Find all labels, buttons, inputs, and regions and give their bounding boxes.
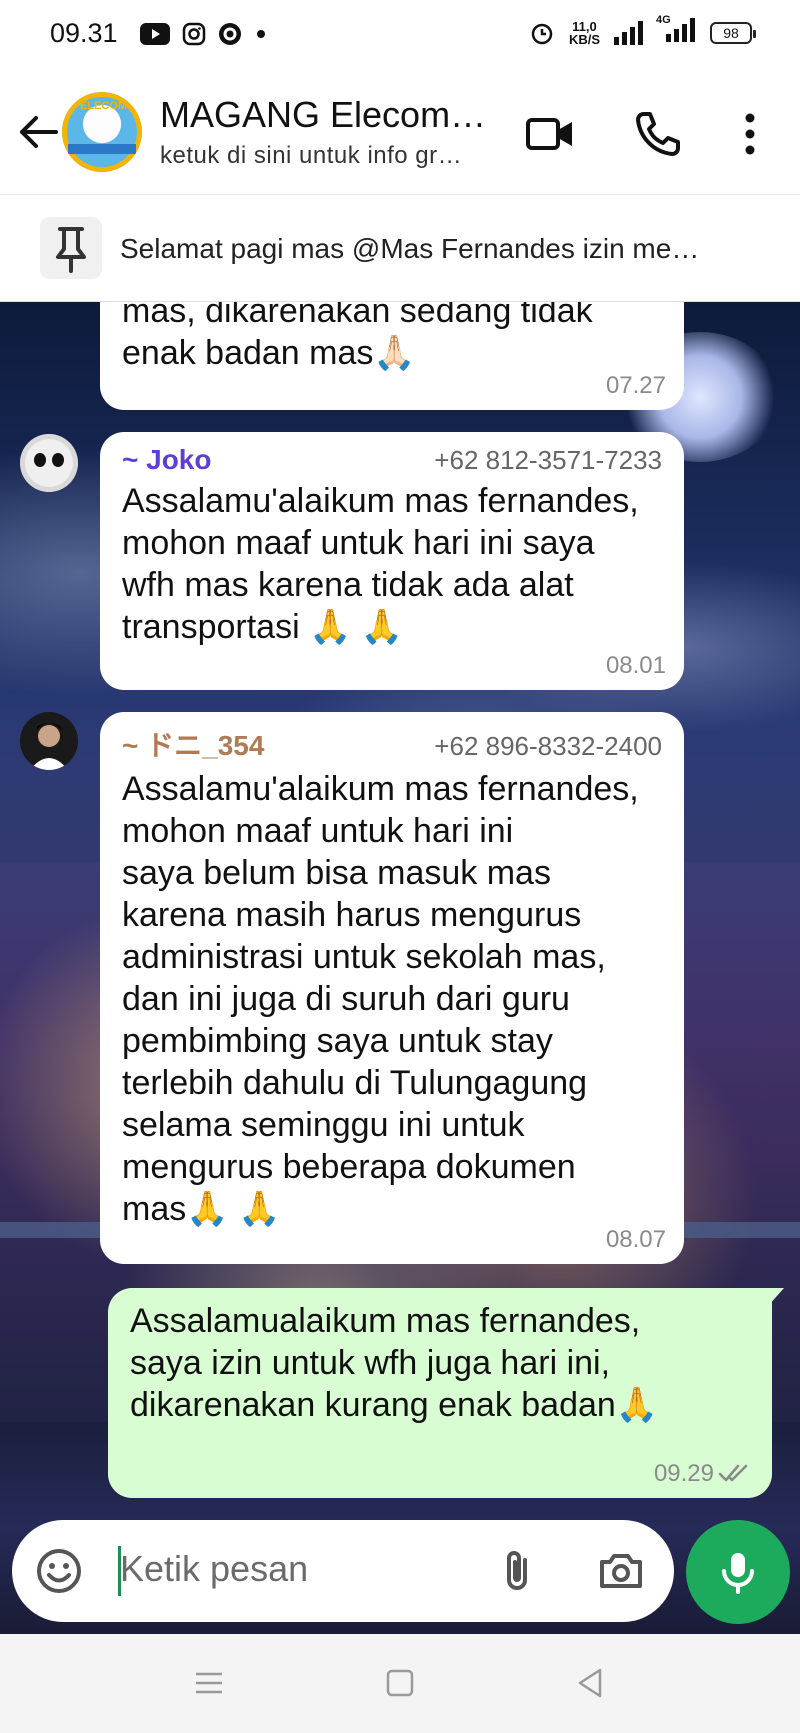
status-bar: 09.31 11,0 KB/S 4G 98 <box>0 0 800 72</box>
message-text: Assalamu'alaikum mas fernandes, mohon ma… <box>122 770 639 1228</box>
youtube-icon <box>140 23 170 45</box>
back-arrow-icon[interactable] <box>16 110 60 154</box>
group-subtitle[interactable]: ketuk di sini untuk info gr… <box>160 142 462 170</box>
pinned-message-text: Selamat pagi mas @Mas Fernandes izin me… <box>120 233 700 264</box>
message-input[interactable]: Ketik pesan <box>120 1548 308 1590</box>
message-composer[interactable]: Ketik pesan <box>12 1520 674 1622</box>
message-time: 09.29 <box>653 1460 714 1487</box>
signal-icon <box>614 20 643 45</box>
back-nav-icon[interactable] <box>574 1666 608 1700</box>
microphone-icon <box>722 1553 754 1594</box>
message-text: mas, dikarenakan sedang tidak enak badan… <box>122 302 593 372</box>
message-time: 07.27 <box>605 372 666 399</box>
group-avatar[interactable]: ELECOM <box>62 92 142 172</box>
message-time: 08.01 <box>605 652 666 679</box>
video-call-icon[interactable] <box>524 108 576 160</box>
group-title[interactable]: MAGANG Elecom… <box>160 94 486 136</box>
message-bubble[interactable]: ~ ドニ_354 +62 896-8332-2400 Assalamu'alai… <box>100 712 684 1264</box>
outgoing-message-bubble[interactable]: Assalamualaikum mas fernandes, saya izin… <box>108 1288 784 1498</box>
avatar[interactable] <box>20 434 78 492</box>
attach-icon[interactable] <box>492 1546 542 1596</box>
voice-call-icon[interactable] <box>632 108 684 160</box>
message-time: 08.07 <box>605 1226 666 1253</box>
signal-4g-icon: 4G <box>656 14 696 47</box>
message-text: Assalamu'alaikum mas fernandes, mohon ma… <box>122 482 639 646</box>
pinned-message-bar[interactable]: Selamat pagi mas @Mas Fernandes izin me… <box>0 194 800 302</box>
battery-icon: 98 <box>710 21 756 44</box>
emoji-icon[interactable] <box>34 1546 84 1596</box>
instagram-icon <box>182 22 206 46</box>
system-navigation-bar <box>0 1634 800 1733</box>
more-options-icon[interactable] <box>724 108 776 160</box>
menu-icon[interactable] <box>192 1666 226 1700</box>
sender-phone[interactable]: +62 896-8332-2400 <box>434 731 662 762</box>
message-bubble[interactable]: mas, dikarenakan sedang tidak enak badan… <box>100 302 684 410</box>
chat-header: ELECOM MAGANG Elecom… ketuk di sini untu… <box>0 72 800 194</box>
sender-phone[interactable]: +62 812-3571-7233 <box>434 445 662 476</box>
sender-name[interactable]: ~ Joko <box>122 444 211 476</box>
message-bubble[interactable]: ~ Joko +62 812-3571-7233 Assalamu'alaiku… <box>100 432 684 690</box>
chat-area[interactable]: mas, dikarenakan sedang tidak enak badan… <box>0 302 800 1634</box>
pin-icon <box>40 217 102 279</box>
message-text: Assalamualaikum mas fernandes, saya izin… <box>130 1302 659 1424</box>
avatar[interactable] <box>20 712 78 770</box>
voice-record-button[interactable] <box>686 1520 790 1624</box>
alarm-icon <box>531 23 553 44</box>
home-icon[interactable] <box>383 1666 417 1700</box>
net-speed: 11,0 KB/S <box>568 18 600 47</box>
notification-app-icon <box>219 23 241 45</box>
dot-icon <box>257 30 265 38</box>
sender-name[interactable]: ~ ドニ_354 <box>122 724 264 764</box>
read-receipt-icon <box>718 1464 748 1482</box>
camera-icon[interactable] <box>596 1546 646 1596</box>
status-time: 09.31 <box>50 18 118 48</box>
